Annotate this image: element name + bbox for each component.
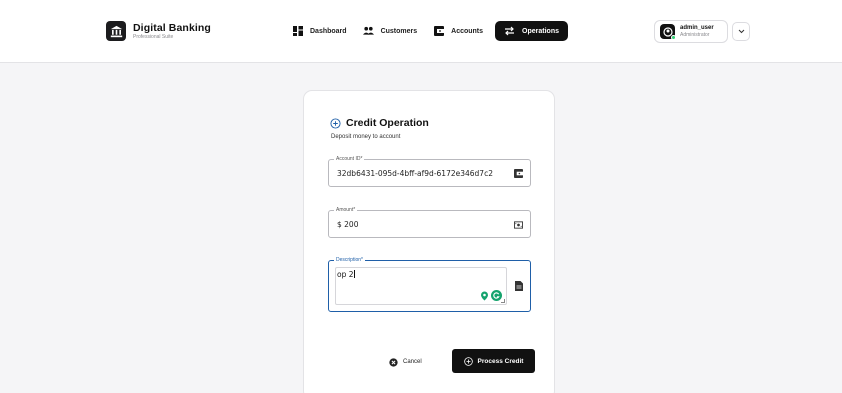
money-icon [514, 220, 523, 229]
brand-subtitle: Professional Suite [133, 33, 174, 40]
avatar [660, 24, 676, 40]
card-header: Credit Operation [330, 117, 429, 129]
text-caret [353, 270, 355, 278]
description-label: Description* [334, 257, 365, 264]
bank-icon [106, 21, 126, 41]
user-name: admin_user [680, 25, 714, 31]
brand[interactable]: Digital Banking Professional Suite [106, 21, 211, 41]
amount-field[interactable]: Amount* $ 200 [328, 207, 531, 238]
nav-operations[interactable]: Operations [495, 21, 568, 41]
account-id-input[interactable]: 32db6431-095d-4bff-af9d-6172e346d7c2 [337, 169, 493, 178]
description-value: op 2 [337, 270, 354, 279]
online-status-dot [671, 35, 676, 40]
nav-customers[interactable]: Customers [355, 21, 426, 41]
add-circle-icon [463, 356, 473, 366]
amount-label: Amount* [334, 207, 358, 214]
description-value-wrap: op 2 [337, 270, 355, 279]
brand-title: Digital Banking [133, 21, 211, 34]
amount-input[interactable]: $ 200 [337, 220, 358, 229]
pin-icon[interactable] [480, 291, 489, 301]
user-menu[interactable]: admin_user Administrator [654, 20, 728, 43]
card-subtitle: Deposit money to account [331, 134, 401, 140]
wallet-icon [514, 169, 523, 178]
description-field[interactable]: Description* op 2 [328, 257, 531, 312]
user-role: Administrator [680, 32, 710, 38]
accounts-icon [433, 26, 444, 37]
credit-operation-card: Credit Operation Deposit money to accoun… [303, 90, 555, 393]
top-navbar: Digital Banking Professional Suite Dashb… [0, 0, 842, 63]
chevron-down-icon [738, 29, 744, 34]
customers-icon [362, 26, 374, 37]
nav-dashboard[interactable]: Dashboard [284, 21, 355, 41]
main-nav: Dashboard Customers Accounts Operations [284, 21, 568, 41]
nav-accounts[interactable]: Accounts [425, 21, 491, 41]
account-id-label: Account ID* [334, 156, 365, 163]
description-textarea[interactable]: op 2 [335, 267, 507, 305]
resize-handle[interactable] [501, 299, 505, 303]
add-circle-icon [330, 117, 341, 129]
card-title: Credit Operation [346, 117, 429, 129]
dashboard-icon [292, 26, 303, 37]
operations-icon [504, 26, 515, 37]
user-dropdown-button[interactable] [732, 22, 750, 41]
process-credit-label: Process Credit [477, 357, 524, 365]
cancel-label: Cancel [403, 359, 422, 365]
document-icon [514, 280, 523, 291]
extension-icons [480, 290, 502, 301]
nav-operations-label: Operations [522, 27, 559, 35]
account-id-field[interactable]: Account ID* 32db6431-095d-4bff-af9d-6172… [328, 156, 531, 187]
cancel-icon [389, 357, 398, 367]
process-credit-button[interactable]: Process Credit [452, 349, 535, 373]
nav-accounts-label: Accounts [451, 27, 484, 35]
nav-dashboard-label: Dashboard [310, 27, 347, 35]
nav-customers-label: Customers [380, 27, 418, 35]
cancel-button[interactable]: Cancel [389, 355, 422, 369]
